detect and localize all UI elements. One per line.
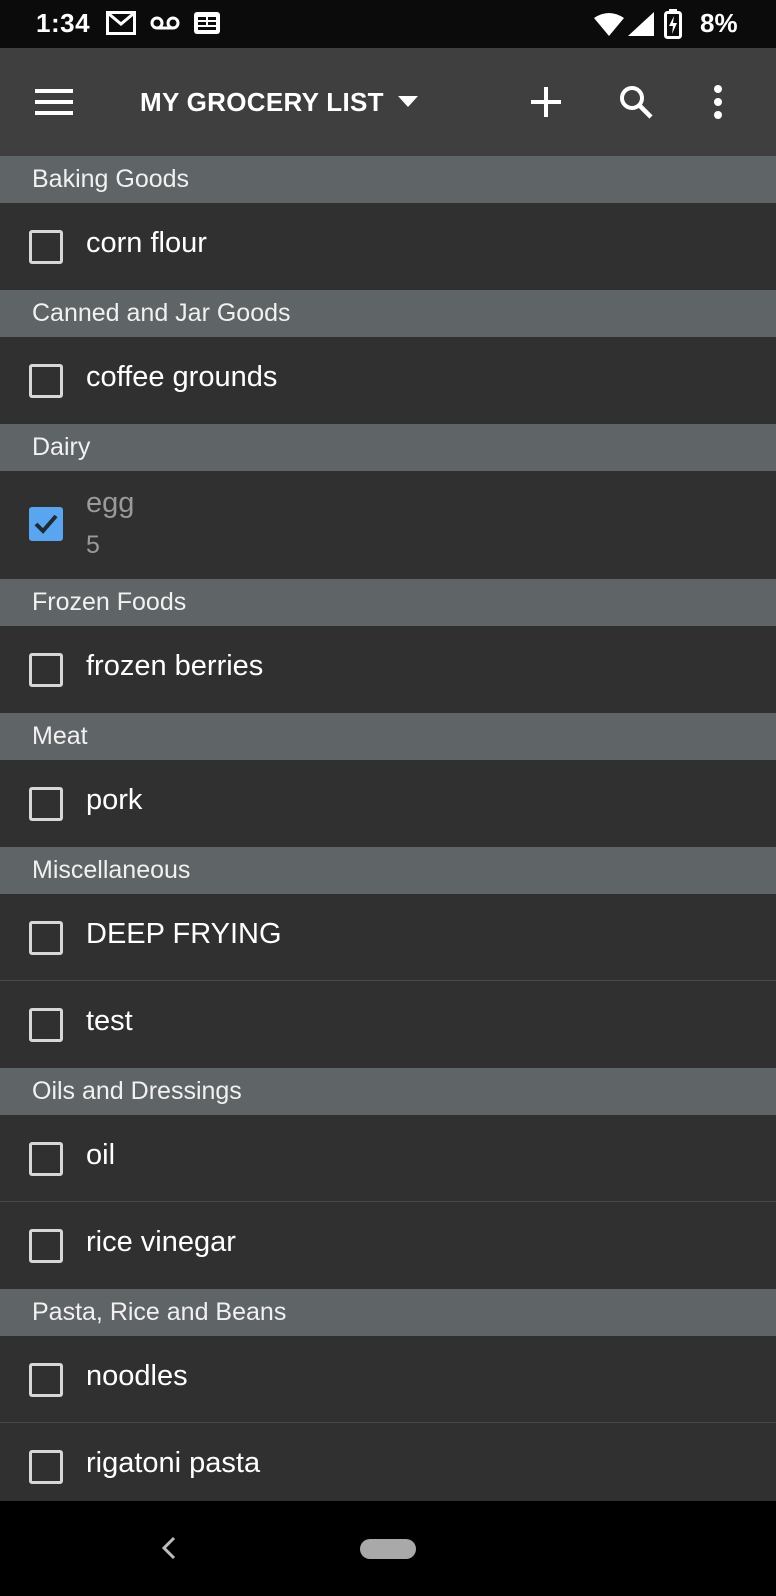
item-name: rigatoni pasta: [86, 1447, 261, 1479]
item-name: frozen berries: [86, 650, 264, 682]
list-item[interactable]: DEEP FRYING: [0, 894, 776, 981]
navigation-bar: [0, 1501, 776, 1596]
item-checkbox[interactable]: [29, 364, 63, 398]
status-bar: 1:34 8%: [0, 0, 776, 48]
list-item[interactable]: test: [0, 981, 776, 1068]
item-quantity: 5: [86, 531, 100, 559]
gmail-icon: [106, 11, 136, 35]
menu-button[interactable]: [30, 82, 78, 122]
item-name: egg: [86, 487, 135, 519]
battery-percentage: 8%: [700, 8, 738, 38]
overflow-menu-button[interactable]: [700, 78, 736, 126]
check-icon: [34, 514, 58, 534]
item-name: coffee grounds: [86, 361, 278, 393]
list-item[interactable]: frozen berries: [0, 626, 776, 713]
item-checkbox[interactable]: [29, 1008, 63, 1042]
list-item[interactable]: rigatoni pasta: [0, 1423, 776, 1501]
section-header: Frozen Foods: [0, 579, 776, 626]
item-name: oil: [86, 1139, 116, 1171]
item-checkbox[interactable]: [29, 1142, 63, 1176]
wifi-icon: [594, 13, 624, 36]
item-checkbox[interactable]: [29, 1450, 63, 1484]
item-name: rice vinegar: [86, 1226, 236, 1258]
screen: 1:34 8% MY GROCERY LIST Baking Goods cor…: [0, 0, 776, 1596]
section-header: Canned and Jar Goods: [0, 290, 776, 337]
app-bar: MY GROCERY LIST: [0, 48, 776, 156]
item-name: noodles: [86, 1360, 188, 1392]
voicemail-icon: [150, 16, 180, 30]
home-pill[interactable]: [360, 1539, 416, 1559]
item-name: pork: [86, 784, 143, 816]
page-title: MY GROCERY LIST: [140, 86, 384, 117]
section-header: Dairy: [0, 424, 776, 471]
item-name: DEEP FRYING: [86, 918, 282, 950]
section-header: Baking Goods: [0, 156, 776, 203]
news-icon: [194, 12, 220, 34]
list-item[interactable]: oil: [0, 1115, 776, 1202]
search-button[interactable]: [612, 78, 660, 126]
item-checkbox[interactable]: [29, 230, 63, 264]
item-checkbox[interactable]: [29, 1229, 63, 1263]
list-selector[interactable]: MY GROCERY LIST: [140, 82, 418, 122]
section-header: Pasta, Rice and Beans: [0, 1289, 776, 1336]
item-checkbox[interactable]: [29, 921, 63, 955]
item-name: corn flour: [86, 227, 207, 259]
item-checkbox[interactable]: [29, 653, 63, 687]
list-item[interactable]: rice vinegar: [0, 1202, 776, 1289]
section-header: Meat: [0, 713, 776, 760]
list-item[interactable]: pork: [0, 760, 776, 847]
back-icon[interactable]: [158, 1533, 178, 1563]
dropdown-arrow-icon: [397, 96, 418, 107]
list-item[interactable]: coffee grounds: [0, 337, 776, 424]
signal-icon: [628, 12, 654, 36]
list-item[interactable]: corn flour: [0, 203, 776, 290]
item-checkbox[interactable]: [29, 1363, 63, 1397]
list-item[interactable]: noodles: [0, 1336, 776, 1423]
add-button[interactable]: [522, 78, 570, 126]
item-checkbox-checked[interactable]: [29, 507, 63, 541]
menu-icon: [35, 89, 73, 115]
list-item[interactable]: egg 5: [0, 471, 776, 579]
grocery-list: Baking Goods corn flour Canned and Jar G…: [0, 156, 776, 1501]
battery-charging-icon: [664, 9, 682, 39]
add-icon: [531, 87, 561, 117]
search-icon: [620, 86, 653, 119]
section-header: Miscellaneous: [0, 847, 776, 894]
status-time: 1:34: [36, 8, 91, 38]
section-header: Oils and Dressings: [0, 1068, 776, 1115]
item-checkbox[interactable]: [29, 787, 63, 821]
more-vert-icon: [714, 85, 722, 119]
item-name: test: [86, 1005, 133, 1037]
